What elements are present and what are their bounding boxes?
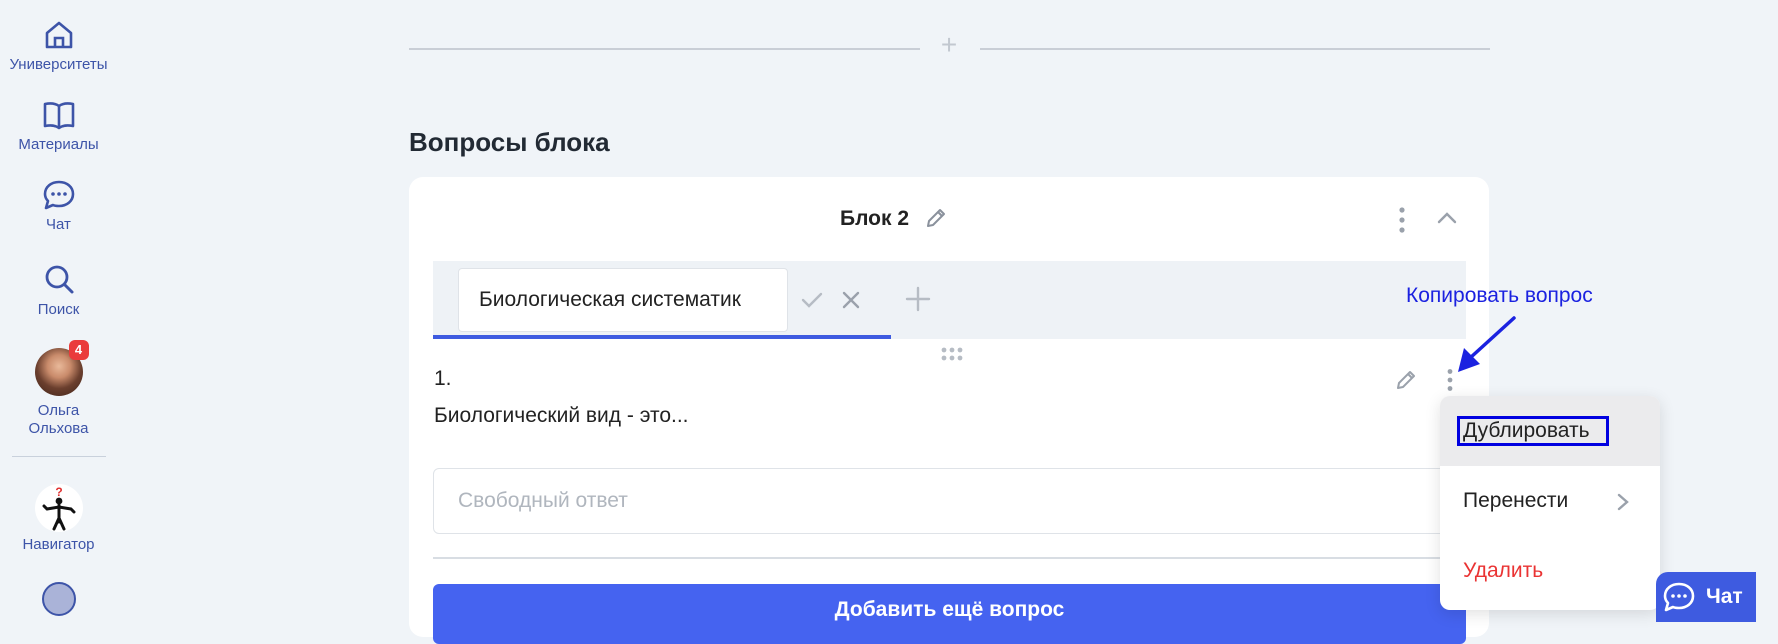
sidebar-item-label: Чат: [46, 216, 71, 233]
profile-name-last: Ольхова: [28, 420, 89, 437]
sidebar-item-universities[interactable]: Университеты: [0, 18, 117, 74]
notification-badge: 4: [68, 340, 89, 360]
profile-name-first: Ольга: [37, 402, 80, 419]
avatar[interactable]: 4: [34, 340, 89, 396]
menu-item-duplicate[interactable]: Дублировать: [1440, 396, 1660, 466]
add-tab-plus-icon[interactable]: [905, 286, 931, 317]
sidebar: Университеты Материалы Чат Поиск 4 Ольга…: [0, 0, 117, 619]
highlight-frame: [1457, 416, 1609, 446]
section-title: Вопросы блока: [409, 127, 610, 157]
navigator-icon: ?: [34, 484, 83, 532]
menu-item-delete[interactable]: Удалить: [1440, 536, 1660, 606]
question-number: 1.: [434, 367, 452, 390]
sidebar-item-label: Поиск: [37, 301, 80, 318]
sidebar-divider: [12, 456, 106, 457]
active-tab-underline: [433, 335, 891, 339]
menu-item-label: Удалить: [1463, 559, 1544, 582]
block-more-vertical-icon[interactable]: [1396, 206, 1408, 239]
sidebar-item-profile[interactable]: 4 Ольга Ольхова: [0, 340, 117, 438]
tab-name-input[interactable]: [458, 268, 788, 332]
section-divider-right: [980, 48, 1490, 50]
card-divider: [433, 557, 1466, 559]
annotation-arrow-icon: [1458, 316, 1516, 372]
search-icon: [45, 265, 73, 294]
sidebar-item-label: Материалы: [18, 136, 99, 153]
library-icon: [41, 582, 76, 616]
add-block-plus-icon[interactable]: +: [936, 31, 962, 59]
chat-floating-button[interactable]: Чат: [1656, 572, 1756, 622]
sidebar-item-chat[interactable]: Чат: [0, 178, 117, 234]
cancel-close-icon[interactable]: [841, 290, 861, 315]
drag-handle-icon[interactable]: [940, 346, 964, 367]
annotation-label: Копировать вопрос: [1406, 284, 1593, 307]
sidebar-item-materials[interactable]: Материалы: [0, 98, 117, 154]
edit-block-title-pencil-icon[interactable]: [924, 206, 948, 235]
free-answer-field[interactable]: Свободный ответ: [433, 468, 1463, 534]
block-title: Блок 2: [840, 207, 910, 230]
add-question-button[interactable]: Добавить ещё вопрос: [433, 584, 1466, 644]
home-icon: [45, 21, 72, 49]
collapse-chevron-up-icon[interactable]: [1436, 210, 1458, 231]
book-icon: [43, 102, 74, 130]
menu-item-label: Перенести: [1463, 489, 1569, 512]
sidebar-item-label: Навигатор: [22, 536, 95, 553]
context-menu: Дублировать Перенести Удалить: [1440, 396, 1660, 610]
confirm-check-icon[interactable]: [800, 290, 824, 315]
menu-item-move[interactable]: Перенести: [1440, 466, 1660, 536]
chevron-right-icon: [1617, 493, 1629, 511]
chat-icon: [43, 180, 74, 210]
navigator-question-glyph: ?: [55, 485, 62, 499]
section-divider-left: [409, 48, 920, 50]
question-text: Биологический вид - это...: [434, 404, 689, 427]
sidebar-item-label: Университеты: [9, 56, 108, 73]
chat-button-label: Чат: [1706, 585, 1743, 608]
chat-bubble-icon: [1663, 582, 1695, 612]
sidebar-item-library[interactable]: [0, 582, 117, 616]
sidebar-item-search[interactable]: Поиск: [0, 263, 117, 319]
edit-question-pencil-icon[interactable]: [1394, 368, 1418, 397]
sidebar-item-navigator[interactable]: ? Навигатор: [0, 484, 117, 554]
